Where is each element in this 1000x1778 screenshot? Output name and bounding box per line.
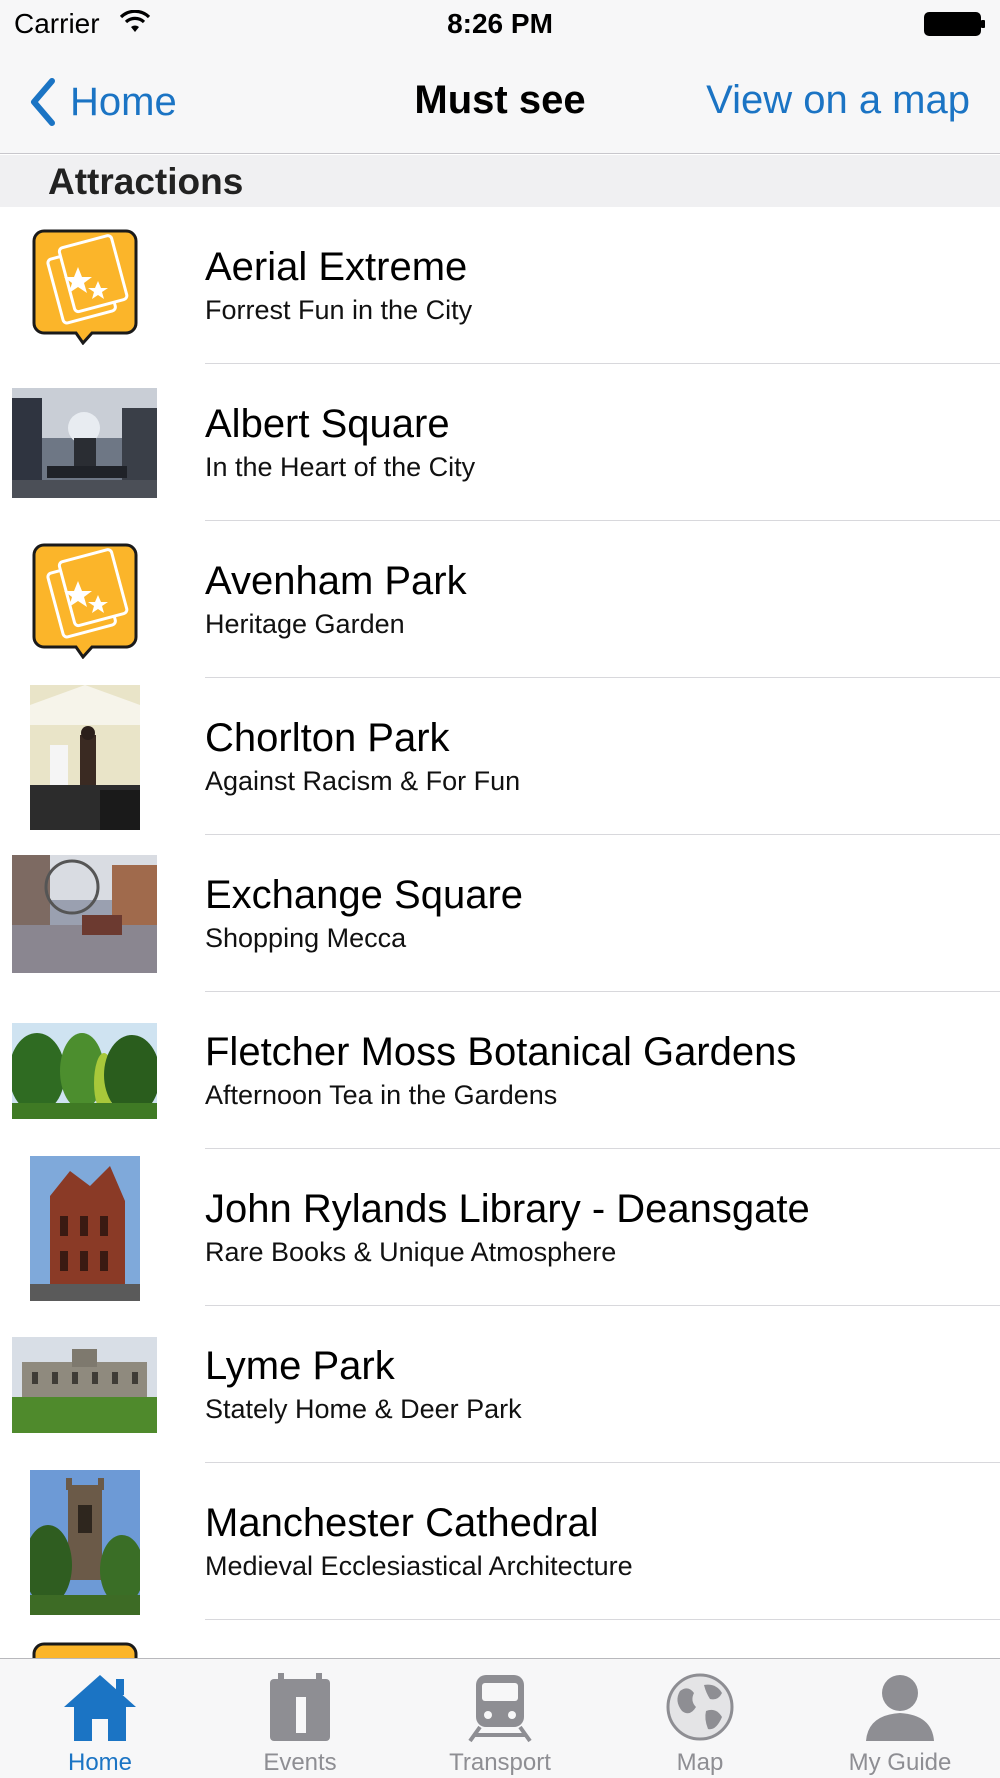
item-subtitle: In the Heart of the City [205,452,476,482]
ticket-icon [12,227,157,345]
tab-label: Map [676,1749,724,1776]
tab-label: Events [263,1749,337,1776]
train-icon [468,1675,532,1743]
tab-label: My Guide [848,1749,952,1776]
list-item[interactable]: Chorlton Park Against Racism & For Fun [0,678,1000,835]
ticket-icon [12,541,157,659]
list-item[interactable]: Lyme Park Stately Home & Deer Park [0,1306,1000,1463]
item-title: Manchester Cathedral [205,1501,599,1545]
list-item[interactable]: Fletcher Moss Botanical Gardens Afternoo… [0,992,1000,1149]
item-subtitle: Against Racism & For Fun [205,766,521,796]
list-item[interactable]: Albert Square In the Heart of the City [0,364,1000,521]
home-icon [64,1675,136,1741]
item-title: Chorlton Park [205,716,450,760]
view-on-map-button[interactable]: View on a map [706,78,970,123]
battery-icon [924,12,985,36]
item-subtitle: Shopping Mecca [205,923,407,953]
item-title: Aerial Extreme [205,245,468,289]
list-item[interactable]: Aerial Extreme Forrest Fun in the City [0,207,1000,364]
item-title: Fletcher Moss Botanical Gardens [205,1030,797,1074]
tab-label: Home [67,1749,133,1776]
globe-icon [666,1673,734,1741]
back-button-label: Home [70,79,177,124]
item-subtitle: Stately Home & Deer Park [205,1394,522,1424]
list-item[interactable]: Avenham Park Heritage Garden [0,521,1000,678]
list-item[interactable]: Exchange Square Shopping Mecca [0,835,1000,992]
fountain-photo [12,384,157,502]
attractions-list: Aerial Extreme Forrest Fun in the City A… [0,207,1000,1777]
item-title: Exchange Square [205,873,524,917]
item-title: John Rylands Library - Deansgate [205,1187,810,1231]
concert-photo [12,684,157,830]
back-button[interactable]: Home [28,74,177,130]
garden-photo [12,1012,157,1130]
square-photo [12,855,157,973]
list-item[interactable]: Manchester Cathedral Medieval Ecclesiast… [0,1463,1000,1620]
library-photo [12,1155,157,1301]
tab-map[interactable]: Map [600,1659,800,1778]
tab-events[interactable]: Events [200,1659,400,1778]
manor-photo [12,1326,157,1444]
chevron-left-icon [31,78,55,126]
tab-label: Transport [449,1749,551,1776]
tab-transport[interactable]: Transport [400,1659,600,1778]
item-subtitle: Heritage Garden [205,609,405,639]
section-title: Attractions [48,161,244,202]
item-title: Albert Square [205,402,450,446]
item-title: Lyme Park [205,1344,395,1388]
item-subtitle: Afternoon Tea in the Gardens [205,1080,558,1110]
status-time: 8:26 PM [447,8,553,39]
status-bar: Carrier 8:26 PM [0,0,1000,50]
tab-my-guide[interactable]: My Guide [800,1659,1000,1778]
calendar-icon [270,1673,330,1741]
section-header: Attractions [0,155,1000,207]
cathedral-photo [12,1469,157,1615]
person-icon [866,1675,934,1741]
item-subtitle: Rare Books & Unique Atmosphere [205,1237,617,1267]
item-subtitle: Forrest Fun in the City [205,295,473,325]
item-subtitle: Medieval Ecclesiastical Architecture [205,1551,633,1581]
item-title: Avenham Park [205,559,467,603]
navigation-bar: Home Must see View on a map [0,50,1000,154]
list-item[interactable]: John Rylands Library - Deansgate Rare Bo… [0,1149,1000,1306]
tab-home[interactable]: Home [0,1659,200,1778]
tab-bar: Home Events Transport Map My Guide [0,1658,1000,1778]
